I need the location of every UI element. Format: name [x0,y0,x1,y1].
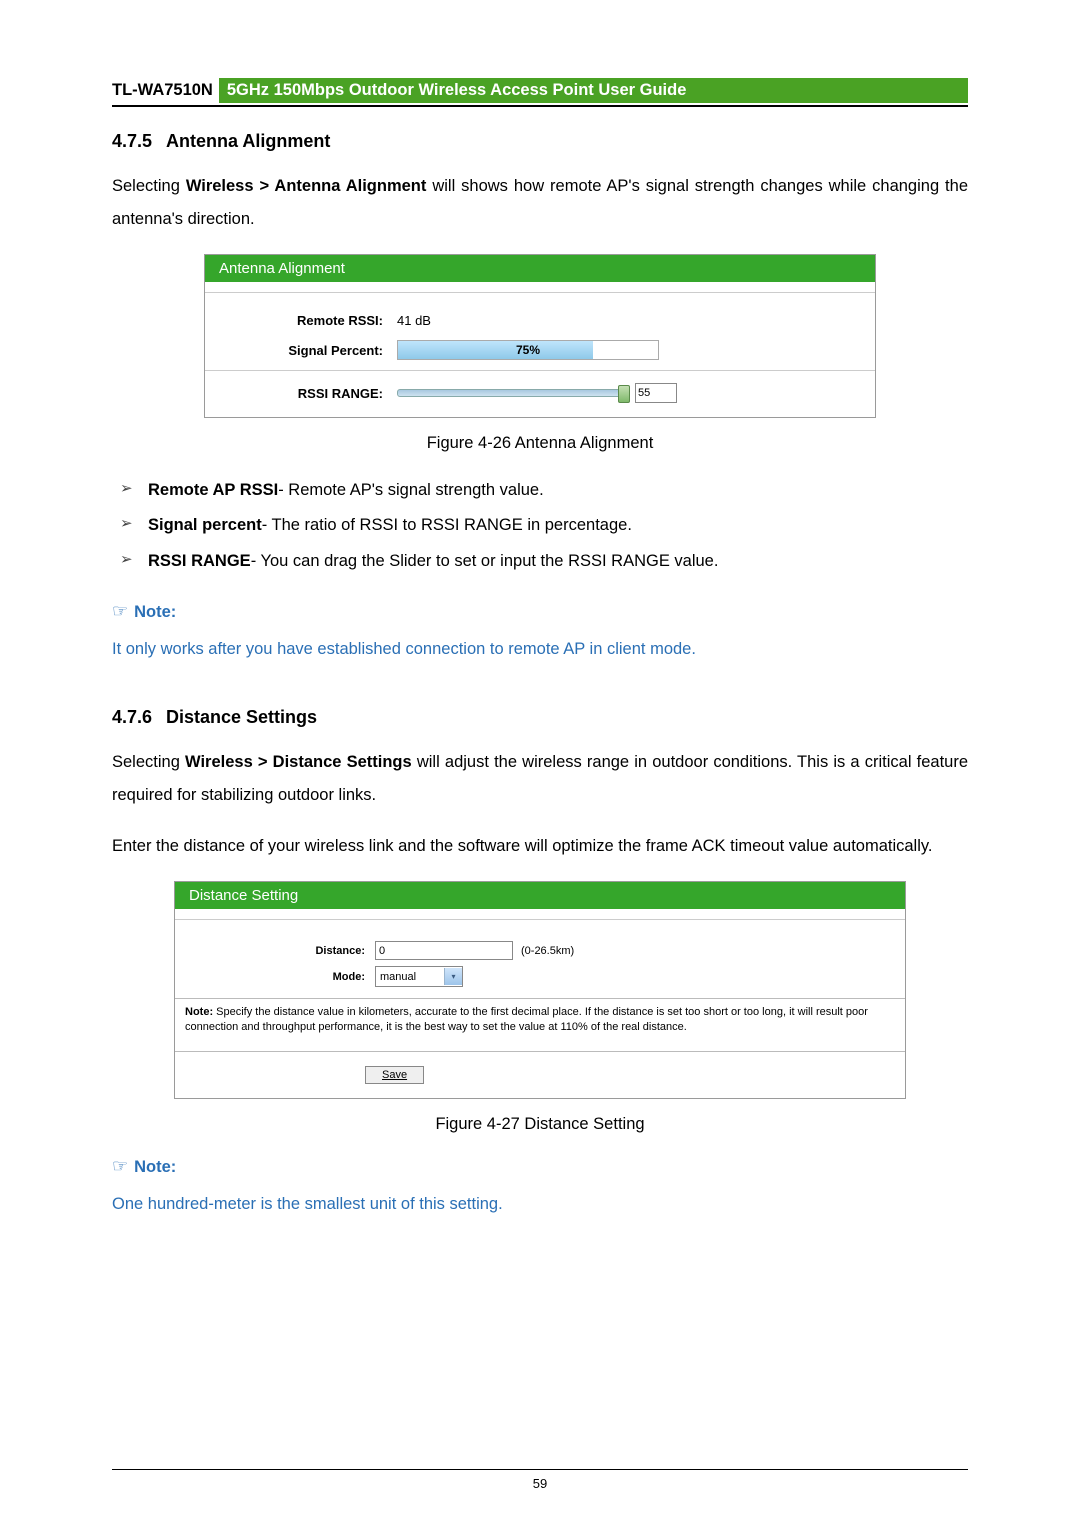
feature-bullet: Remote AP RSSI- Remote AP's signal stren… [112,475,968,506]
mode-label: Mode: [185,971,375,983]
page: TL-WA7510N 5GHz 150Mbps Outdoor Wireless… [0,0,1080,1527]
feature-bullet: RSSI RANGE- You can drag the Slider to s… [112,546,968,577]
panel1-title: Antenna Alignment [205,255,875,282]
signal-percent-row: Signal Percent: 75% [223,334,857,366]
section2-p1: Selecting Wireless > Distance Settings w… [112,746,968,812]
note1-heading: ☞Note: [112,601,968,622]
antenna-alignment-panel: Antenna Alignment Remote RSSI: 41 dB Sig… [204,254,876,418]
signal-percent-bar: 75% [397,340,659,360]
header-title: 5GHz 150Mbps Outdoor Wireless Access Poi… [219,78,968,103]
pointing-hand-icon: ☞ [112,601,128,621]
section2-p2: Enter the distance of your wireless link… [112,830,968,863]
feature-bullet-list: Remote AP RSSI- Remote AP's signal stren… [112,475,968,577]
distance-input[interactable] [375,941,513,960]
save-button[interactable]: Save [365,1066,424,1084]
panel2-note: Note: Specify the distance value in kilo… [175,998,905,1045]
signal-percent-label: Signal Percent: [223,343,397,358]
section-heading-antenna: 4.7.5Antenna Alignment [112,131,968,152]
rssi-range-row: RSSI RANGE: [223,377,857,409]
remote-rssi-row: Remote RSSI: 41 dB [223,307,857,334]
section-heading-distance: 4.7.6Distance Settings [112,707,968,728]
mode-select[interactable]: manual ▾ [375,966,463,987]
header-product: TL-WA7510N [112,81,219,100]
page-number: 59 [533,1476,547,1491]
mode-select-value: manual [380,971,416,983]
panel2-title: Distance Setting [175,882,905,909]
rssi-range-slider[interactable] [397,389,629,397]
note1-body: It only works after you have established… [112,634,968,665]
figure-caption-1: Figure 4-26 Antenna Alignment [112,434,968,453]
mode-row: Mode: manual ▾ [185,963,895,990]
rssi-range-input[interactable] [635,383,677,403]
rssi-range-label: RSSI RANGE: [223,386,397,401]
note2-heading: ☞Note: [112,1156,968,1177]
remote-rssi-value: 41 dB [397,313,431,328]
pointing-hand-icon: ☞ [112,1156,128,1176]
section1-intro: Selecting Wireless > Antenna Alignment w… [112,170,968,236]
figure-caption-2: Figure 4-27 Distance Setting [112,1115,968,1134]
remote-rssi-label: Remote RSSI: [223,313,397,328]
distance-label: Distance: [185,945,375,957]
chevron-down-icon: ▾ [444,968,462,985]
page-header: TL-WA7510N 5GHz 150Mbps Outdoor Wireless… [112,78,968,107]
distance-setting-panel: Distance Setting Distance: (0-26.5km) Mo… [174,881,906,1099]
page-footer: 59 [112,1469,968,1491]
distance-row: Distance: (0-26.5km) [185,938,895,963]
rssi-slider-thumb[interactable] [618,385,630,403]
distance-hint: (0-26.5km) [521,945,574,957]
note2-body: One hundred-meter is the smallest unit o… [112,1189,968,1220]
feature-bullet: Signal percent- The ratio of RSSI to RSS… [112,510,968,541]
